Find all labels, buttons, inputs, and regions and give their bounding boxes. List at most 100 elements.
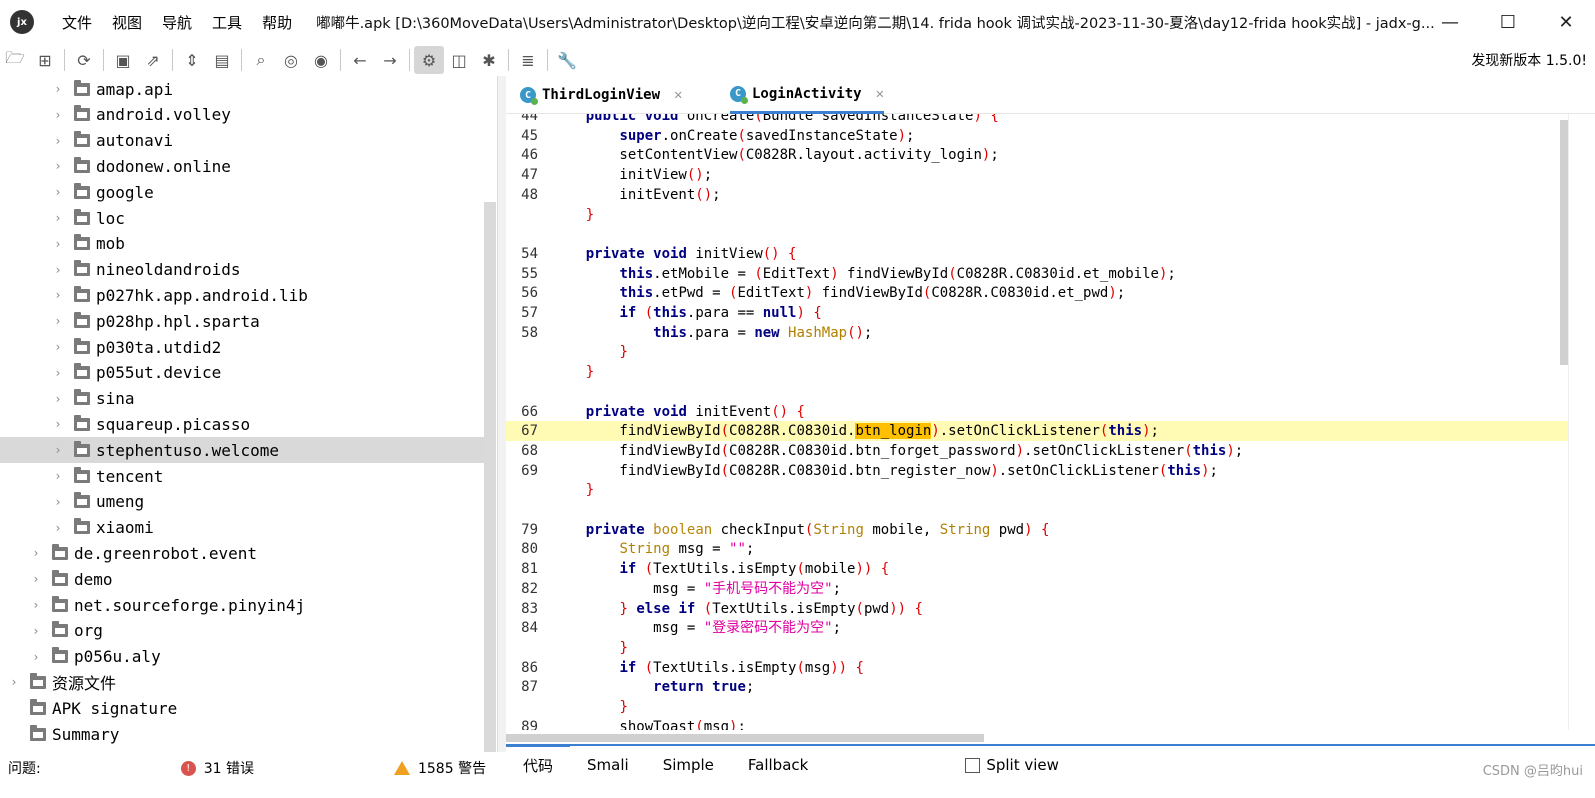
code-line[interactable]: 67 findViewById(C0828R.C0830id.btn_login… <box>506 421 1568 442</box>
chevron-right-icon[interactable]: › <box>52 159 64 173</box>
code-line[interactable]: 86 if (TextUtils.isEmpty(msg)) { <box>506 658 1568 678</box>
chevron-right-icon[interactable]: › <box>52 134 64 148</box>
code-line[interactable]: 44 public void onCreate(Bundle savedInst… <box>506 114 1568 126</box>
tree-item[interactable]: › autonavi <box>0 128 484 154</box>
chevron-right-icon[interactable]: › <box>52 366 64 380</box>
tree-item[interactable]: › org <box>0 618 484 644</box>
menu-file[interactable]: 文件 <box>52 12 102 33</box>
package-icon[interactable]: ▤ <box>207 46 237 74</box>
deobfuscation-icon[interactable]: ⚙ <box>414 46 444 74</box>
settings-icon[interactable]: 🔧 <box>552 46 582 74</box>
splitter[interactable] <box>498 76 506 762</box>
chevron-right-icon[interactable]: › <box>52 417 64 431</box>
errors-indicator[interactable]: ! 31 错误 <box>180 758 254 778</box>
tree-scrollbar[interactable] <box>484 202 496 762</box>
code-line[interactable]: } <box>506 342 1568 362</box>
minimize-button[interactable]: — <box>1421 0 1479 44</box>
code-line[interactable]: 54 private void initView() { <box>506 244 1568 264</box>
tree-item[interactable]: › nineoldandroids <box>0 257 484 283</box>
code-line[interactable]: 69 findViewById(C0828R.C0830id.btn_regis… <box>506 461 1568 481</box>
decompile-icon[interactable]: ◫ <box>444 46 474 74</box>
chevron-right-icon[interactable]: › <box>30 546 42 560</box>
code-line[interactable]: 45 super.onCreate(savedInstanceState); <box>506 126 1568 146</box>
close-tab-icon[interactable]: ✕ <box>876 86 884 102</box>
back-icon[interactable]: ← <box>345 46 375 74</box>
code-line[interactable]: 68 findViewById(C0828R.C0830id.btn_forge… <box>506 441 1568 461</box>
chevron-right-icon[interactable]: › <box>52 108 64 122</box>
chevron-right-icon[interactable]: › <box>52 340 64 354</box>
chevron-right-icon[interactable]: › <box>30 650 42 664</box>
chevron-right-icon[interactable]: › <box>30 624 42 638</box>
tree-item[interactable]: › squareup.picasso <box>0 411 484 437</box>
open-folder-icon[interactable]: 🗁 <box>0 46 30 74</box>
code-line[interactable]: 46 setContentView(C0828R.layout.activity… <box>506 145 1568 165</box>
chevron-right-icon[interactable]: › <box>52 288 64 302</box>
tab-smali[interactable]: Smali <box>570 745 646 785</box>
tree-item[interactable]: › xiaomi <box>0 515 484 541</box>
debug-icon[interactable]: ✱ <box>474 46 504 74</box>
warnings-indicator[interactable]: 1585 警告 <box>393 758 486 778</box>
tree-item[interactable]: Summary <box>0 721 484 747</box>
search-icon[interactable]: ⌕ <box>246 46 276 74</box>
save-icon[interactable]: ▣ <box>108 46 138 74</box>
code-line[interactable]: 81 if (TextUtils.isEmpty(mobile)) { <box>506 559 1568 579</box>
tree-item[interactable]: › p030ta.utdid2 <box>0 334 484 360</box>
menu-navigation[interactable]: 导航 <box>152 12 202 33</box>
code-line[interactable]: 55 this.etMobile = (EditText) findViewBy… <box>506 264 1568 284</box>
code-editor[interactable]: 44 public void onCreate(Bundle savedInst… <box>506 114 1568 730</box>
tree-item[interactable]: › loc <box>0 205 484 231</box>
tree-item[interactable]: › net.sourceforge.pinyin4j <box>0 592 484 618</box>
chevron-right-icon[interactable]: › <box>52 82 64 96</box>
tree-item[interactable]: › umeng <box>0 489 484 515</box>
new-version-notice[interactable]: 发现新版本 1.5.0! <box>1471 50 1587 70</box>
code-line[interactable]: } <box>506 638 1568 658</box>
tree-item[interactable]: › p055ut.device <box>0 360 484 386</box>
chevron-right-icon[interactable]: › <box>52 521 64 535</box>
tree-item[interactable]: › dodonew.online <box>0 153 484 179</box>
scrollbar-thumb-horizontal[interactable] <box>506 734 984 742</box>
chevron-right-icon[interactable]: › <box>52 495 64 509</box>
unfold-icon[interactable]: ⇕ <box>177 46 207 74</box>
tree-item[interactable]: › amap.api <box>0 76 484 102</box>
add-files-icon[interactable]: ⊞ <box>30 46 60 74</box>
tree-item[interactable]: › mob <box>0 231 484 257</box>
forward-icon[interactable]: → <box>375 46 405 74</box>
maximize-button[interactable]: ☐ <box>1479 0 1537 44</box>
chevron-right-icon[interactable]: › <box>30 598 42 612</box>
chevron-right-icon[interactable]: › <box>52 237 64 251</box>
tab-code[interactable]: 代码 <box>506 743 571 784</box>
chevron-right-icon[interactable]: › <box>8 675 20 689</box>
code-line[interactable]: 87 return true; <box>506 677 1568 697</box>
tree-item[interactable]: › google <box>0 179 484 205</box>
tree-item[interactable]: › sina <box>0 386 484 412</box>
tree-item[interactable]: › p028hp.hpl.sparta <box>0 308 484 334</box>
tree-item[interactable]: › stephentuso.welcome <box>0 437 484 464</box>
tree-item[interactable]: › 资源文件 <box>0 669 484 695</box>
find-usage-icon[interactable]: ◉ <box>306 46 336 74</box>
chevron-right-icon[interactable]: › <box>52 469 64 483</box>
code-line[interactable]: 56 this.etPwd = (EditText) findViewById(… <box>506 283 1568 303</box>
code-line[interactable] <box>506 500 1568 520</box>
menu-tools[interactable]: 工具 <box>202 12 252 33</box>
tab-fallback[interactable]: Fallback <box>731 745 825 785</box>
tree-item[interactable]: APK signature <box>0 695 484 721</box>
code-line[interactable]: 84 msg = "登录密码不能为空"; <box>506 618 1568 638</box>
export-icon[interactable]: ⇗ <box>138 46 168 74</box>
code-line[interactable]: 57 if (this.para == null) { <box>506 303 1568 323</box>
code-line[interactable] <box>506 224 1568 244</box>
tree-item[interactable]: › tencent <box>0 463 484 489</box>
tab-simple[interactable]: Simple <box>646 745 731 785</box>
code-line[interactable]: 80 String msg = ""; <box>506 539 1568 559</box>
find-class-icon[interactable]: ◎ <box>276 46 306 74</box>
code-line[interactable]: 79 private boolean checkInput(String mob… <box>506 520 1568 540</box>
tab-thirdloginview[interactable]: C ThirdLoginView ✕ <box>520 76 682 114</box>
tab-loginactivity[interactable]: C LoginActivity ✕ <box>730 76 885 114</box>
code-line[interactable]: 58 this.para = new HashMap(); <box>506 323 1568 343</box>
tree-item[interactable]: › demo <box>0 566 484 592</box>
code-line[interactable]: 66 private void initEvent() { <box>506 402 1568 422</box>
menu-view[interactable]: 视图 <box>102 12 152 33</box>
code-line[interactable]: 82 msg = "手机号码不能为空"; <box>506 579 1568 599</box>
chevron-right-icon[interactable]: › <box>52 443 64 457</box>
chevron-right-icon[interactable]: › <box>30 572 42 586</box>
chevron-right-icon[interactable]: › <box>52 392 64 406</box>
